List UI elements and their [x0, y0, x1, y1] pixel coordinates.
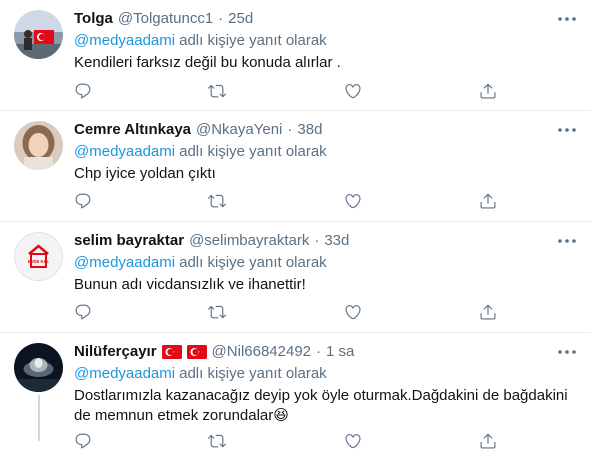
retweet-icon[interactable] — [207, 431, 227, 451]
user-name[interactable]: Tolga — [74, 9, 113, 29]
separator: · — [218, 10, 224, 27]
tweet-text: Kendileri farksız değil bu konuda alırla… — [74, 54, 341, 71]
like-icon[interactable] — [343, 81, 363, 101]
laughing-emoji: 😆 — [273, 407, 289, 424]
like-icon[interactable] — [343, 431, 363, 451]
tweet-text: Dostlarımızla kazanacağız deyip yok öyle… — [74, 386, 577, 426]
reply-context: adlı kişiye yanıt olarak — [179, 143, 327, 160]
more-icon[interactable] — [557, 344, 577, 360]
avatar[interactable] — [14, 10, 63, 59]
separator: · — [316, 343, 322, 360]
turkey-flag-icon — [162, 345, 182, 359]
reply-icon[interactable] — [73, 81, 93, 101]
mention-link[interactable]: @medyaadami — [74, 143, 175, 160]
more-icon[interactable] — [557, 122, 577, 138]
share-icon[interactable] — [478, 191, 498, 211]
retweet-icon[interactable] — [207, 302, 227, 322]
user-name[interactable]: Cemre Altınkaya — [74, 120, 191, 140]
avatar[interactable] — [14, 343, 63, 392]
reply-context: adlı kişiye yanıt olarak — [179, 365, 327, 382]
avatar[interactable] — [14, 121, 63, 170]
tweet-text-line: Dostlarımızla kazanacağız deyip yok öyle… — [74, 387, 568, 404]
like-icon[interactable] — [343, 191, 363, 211]
timestamp[interactable]: 38d — [297, 120, 322, 140]
tweet-text: Chp iyice yoldan çıktı — [74, 165, 216, 182]
timestamp[interactable]: 25d — [228, 9, 253, 29]
like-icon[interactable] — [343, 302, 363, 322]
tweet-text-line: de memnun etmek zorundalar — [74, 407, 274, 424]
avatar-label: EVDE KAL — [28, 259, 50, 264]
turkey-flag-icon — [187, 345, 207, 359]
share-icon[interactable] — [478, 81, 498, 101]
separator: · — [287, 121, 293, 138]
mention-link[interactable]: @medyaadami — [74, 254, 175, 271]
share-icon[interactable] — [478, 302, 498, 322]
more-icon[interactable] — [557, 11, 577, 27]
user-handle[interactable]: @NkayaYeni — [196, 120, 282, 140]
tweet-text: Bunun adı vicdansızlık ve ihanettir! — [74, 276, 306, 293]
avatar[interactable]: EVDE KAL — [14, 232, 63, 281]
user-handle[interactable]: @Tolgatuncc1 — [118, 9, 213, 29]
user-name[interactable]: Nilüferçayır — [74, 342, 157, 362]
more-icon[interactable] — [557, 233, 577, 249]
user-name[interactable]: selim bayraktar — [74, 231, 184, 251]
timestamp[interactable]: 1 sa — [326, 342, 354, 362]
user-handle[interactable]: @Nil66842492 — [212, 342, 311, 362]
share-icon[interactable] — [478, 431, 498, 451]
tweet-item[interactable]: EVDE KAL selim bayraktar @selimbayraktar… — [0, 222, 591, 333]
mention-link[interactable]: @medyaadami — [74, 365, 175, 382]
separator: · — [314, 232, 320, 249]
reply-icon[interactable] — [73, 191, 93, 211]
reply-icon[interactable] — [73, 302, 93, 322]
tweet-item[interactable]: Tolga @Tolgatuncc1 · 25d @medyaadami adlı… — [0, 0, 591, 111]
tweet-item[interactable]: Cemre Altınkaya @NkayaYeni · 38d @medyaa… — [0, 111, 591, 222]
reply-icon[interactable] — [73, 431, 93, 451]
retweet-icon[interactable] — [207, 191, 227, 211]
timestamp[interactable]: 33d — [324, 231, 349, 251]
reply-context: adlı kişiye yanıt olarak — [179, 32, 327, 49]
user-handle[interactable]: @selimbayraktark — [189, 231, 309, 251]
mention-link[interactable]: @medyaadami — [74, 32, 175, 49]
tweet-item[interactable]: Nilüferçayır @Nil66842492 · 1 sa @medyaa… — [0, 333, 591, 441]
reply-context: adlı kişiye yanıt olarak — [179, 254, 327, 271]
retweet-icon[interactable] — [207, 81, 227, 101]
